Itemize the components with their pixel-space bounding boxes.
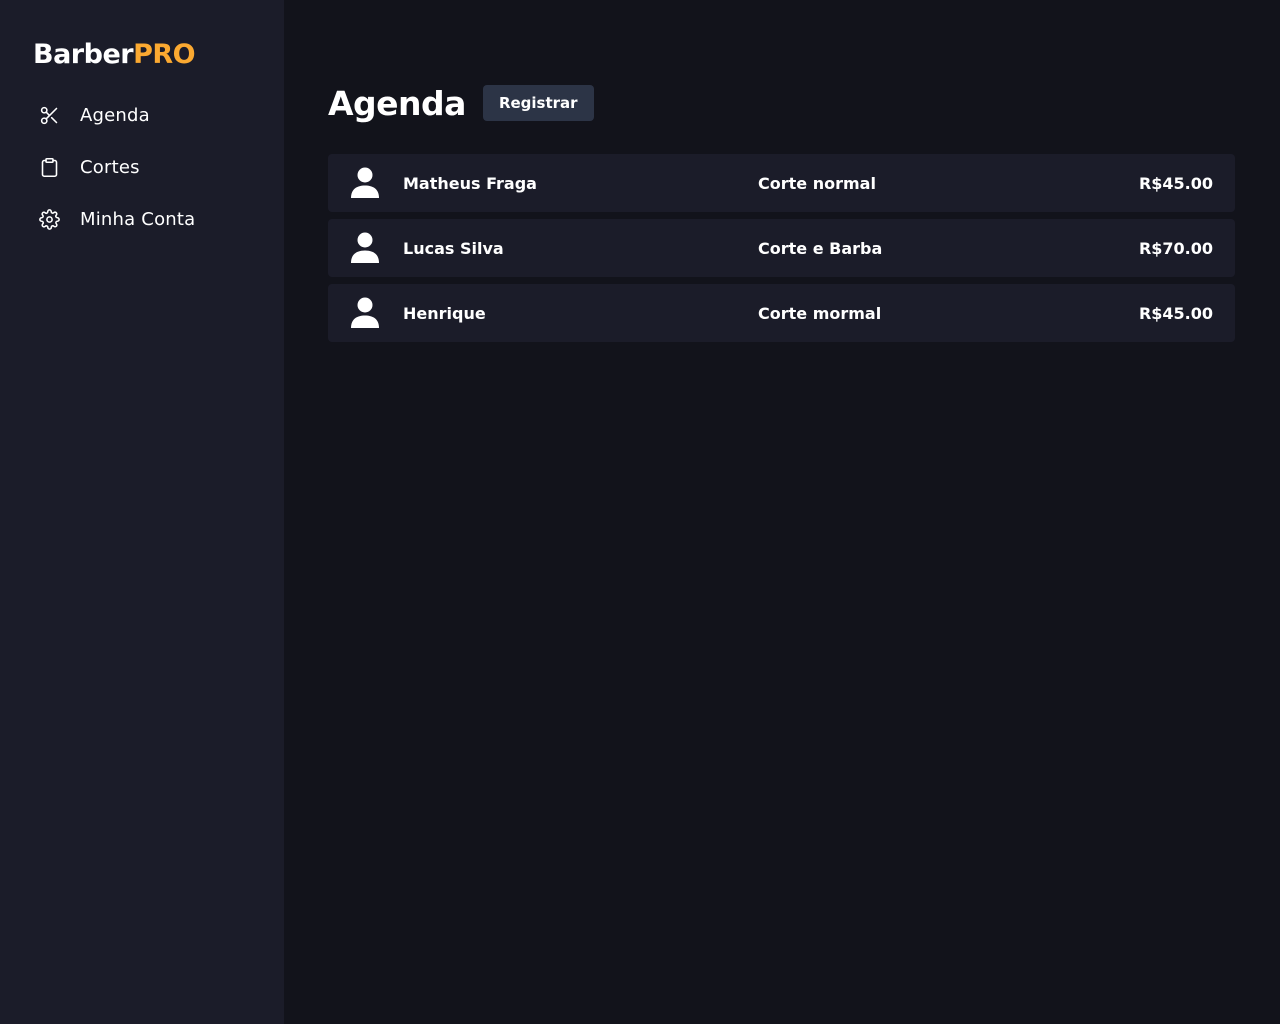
service-name: Corte normal [758, 173, 876, 193]
scissors-icon [38, 104, 60, 126]
service-price: R$45.00 [1138, 303, 1213, 323]
sidebar: BarberPRO Agenda Cortes Minha Conta [0, 0, 284, 1024]
sidebar-nav: Agenda Cortes Minha Conta [0, 97, 284, 237]
service-name: Corte mormal [758, 303, 882, 323]
client-name: Matheus Fraga [403, 173, 537, 193]
service-name: Corte e Barba [758, 238, 883, 258]
client-name: Henrique [403, 303, 486, 323]
logo[interactable]: BarberPRO [0, 38, 284, 72]
sidebar-item-cortes[interactable]: Cortes [0, 149, 284, 185]
client-name: Lucas Silva [403, 238, 504, 258]
sidebar-item-label: Agenda [80, 104, 150, 126]
appointment-row[interactable]: Matheus Fraga Corte normal R$45.00 [328, 154, 1235, 212]
page-title: Agenda [328, 83, 466, 123]
user-icon [350, 297, 380, 329]
register-button[interactable]: Registrar [482, 85, 594, 121]
logo-text-primary: Barber [33, 39, 134, 70]
sidebar-item-agenda[interactable]: Agenda [0, 97, 284, 133]
user-icon [350, 232, 380, 264]
sidebar-item-minha-conta[interactable]: Minha Conta [0, 201, 284, 237]
gear-icon [38, 208, 60, 230]
clipboard-icon [38, 156, 60, 178]
main-content: Agenda Registrar Matheus Fraga Corte nor… [284, 0, 1280, 1024]
appointment-list: Matheus Fraga Corte normal R$45.00 Lucas… [328, 154, 1236, 342]
appointment-row[interactable]: Lucas Silva Corte e Barba R$70.00 [328, 219, 1235, 277]
service-price: R$70.00 [1138, 238, 1213, 258]
logo-text-accent: PRO [133, 39, 196, 70]
service-price: R$45.00 [1138, 173, 1213, 193]
user-icon [350, 167, 380, 199]
page-header: Agenda Registrar [328, 82, 1236, 124]
appointment-row[interactable]: Henrique Corte mormal R$45.00 [328, 284, 1235, 342]
sidebar-item-label: Cortes [80, 156, 140, 178]
app: BarberPRO Agenda Cortes Minha Conta Agen… [0, 0, 1280, 1024]
sidebar-item-label: Minha Conta [80, 208, 196, 230]
